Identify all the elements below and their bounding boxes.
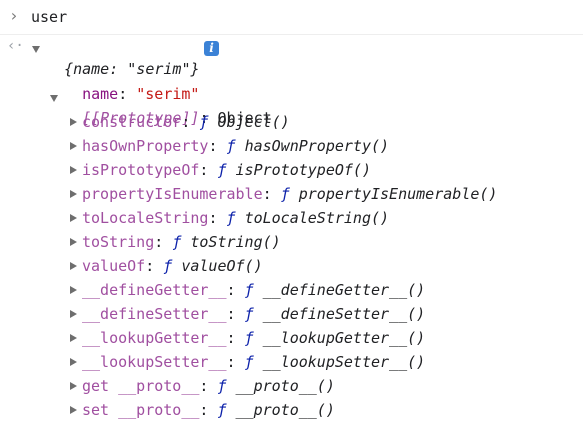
member-key: __lookupGetter__ — [82, 329, 227, 347]
prototype-member-row[interactable]: hasOwnProperty: ƒ hasOwnProperty() — [82, 136, 389, 156]
function-marker: ƒ — [163, 257, 173, 275]
function-marker: ƒ — [226, 137, 236, 155]
prototype-toggle-icon[interactable] — [50, 95, 58, 102]
prototype-member-row[interactable]: isPrototypeOf: ƒ isPrototypeOf() — [82, 160, 371, 180]
prototype-member-row[interactable]: set __proto__: ƒ __proto__() — [82, 400, 335, 420]
member-key: __lookupSetter__ — [82, 353, 227, 371]
member-function: __proto__() — [235, 377, 335, 395]
expand-member-icon[interactable] — [70, 214, 77, 222]
member-key: isPrototypeOf — [82, 161, 200, 179]
prototype-member-row[interactable]: valueOf: ƒ valueOf() — [82, 256, 263, 276]
prototype-member-row[interactable]: __defineSetter__: ƒ __defineSetter__() — [82, 304, 425, 324]
expand-member-icon[interactable] — [70, 118, 77, 126]
member-key: __defineSetter__ — [82, 305, 227, 323]
member-function: valueOf() — [181, 257, 263, 275]
expand-member-icon[interactable] — [70, 142, 77, 150]
member-key: valueOf — [82, 257, 146, 275]
function-marker: ƒ — [244, 329, 254, 347]
expand-member-icon[interactable] — [70, 382, 77, 390]
result-arrow-icon: ‹· — [7, 38, 24, 54]
prototype-member-row[interactable]: get __proto__: ƒ __proto__() — [82, 376, 335, 396]
object-preview[interactable]: {name: "serim"} — [46, 39, 199, 78]
expand-member-icon[interactable] — [70, 166, 77, 174]
member-key: constructor — [82, 113, 182, 131]
info-icon[interactable]: i — [204, 41, 219, 56]
member-key: toLocaleString — [82, 209, 209, 227]
expand-result-toggle-icon[interactable] — [32, 46, 40, 53]
member-key: set __proto__ — [82, 401, 200, 419]
function-marker: ƒ — [172, 233, 182, 251]
prototype-member-row[interactable]: toString: ƒ toString() — [82, 232, 281, 252]
member-function: Object() — [217, 113, 290, 131]
console-command-line: › user — [0, 0, 583, 35]
member-key: __defineGetter__ — [82, 281, 227, 299]
expand-member-icon[interactable] — [70, 310, 77, 318]
prototype-member-row[interactable]: constructor: ƒ Object() — [82, 112, 290, 132]
member-function: __defineGetter__() — [262, 281, 426, 299]
expand-member-icon[interactable] — [70, 262, 77, 270]
member-function: hasOwnProperty() — [244, 137, 390, 155]
function-marker: ƒ — [217, 401, 227, 419]
function-marker: ƒ — [244, 353, 254, 371]
function-marker: ƒ — [244, 305, 254, 323]
member-function: __lookupSetter__() — [262, 353, 426, 371]
prototype-member-row[interactable]: __defineGetter__: ƒ __defineGetter__() — [82, 280, 425, 300]
member-function: __defineSetter__() — [262, 305, 426, 323]
function-marker: ƒ — [280, 185, 290, 203]
member-function: __lookupGetter__() — [262, 329, 426, 347]
expand-member-icon[interactable] — [70, 238, 77, 246]
prototype-member-row[interactable]: toLocaleString: ƒ toLocaleString() — [82, 208, 389, 228]
prototype-member-row[interactable]: __lookupSetter__: ƒ __lookupSetter__() — [82, 352, 425, 372]
member-function: toString() — [190, 233, 281, 251]
prototype-member-row[interactable]: __lookupGetter__: ƒ __lookupGetter__() — [82, 328, 425, 348]
member-function: propertyIsEnumerable() — [298, 185, 498, 203]
prompt-chevron-icon: › — [9, 6, 19, 25]
function-marker: ƒ — [226, 209, 236, 227]
member-function: isPrototypeOf() — [235, 161, 371, 179]
prototype-member-row[interactable]: propertyIsEnumerable: ƒ propertyIsEnumer… — [82, 184, 497, 204]
expand-member-icon[interactable] — [70, 334, 77, 342]
function-marker: ƒ — [244, 281, 254, 299]
member-key: propertyIsEnumerable — [82, 185, 263, 203]
command-text: user — [31, 8, 68, 26]
member-function: __proto__() — [235, 401, 335, 419]
expand-member-icon[interactable] — [70, 406, 77, 414]
member-key: get __proto__ — [82, 377, 200, 395]
function-marker: ƒ — [217, 377, 227, 395]
member-function: toLocaleString() — [244, 209, 390, 227]
prototype-row[interactable]: [[Prototype]]: Object — [64, 88, 272, 127]
expand-member-icon[interactable] — [70, 358, 77, 366]
member-key: toString — [82, 233, 155, 251]
function-marker: ƒ — [217, 161, 227, 179]
expand-member-icon[interactable] — [70, 190, 77, 198]
property-name: name: "serim" — [82, 85, 200, 103]
member-key: hasOwnProperty — [82, 137, 209, 155]
expand-member-icon[interactable] — [70, 286, 77, 294]
